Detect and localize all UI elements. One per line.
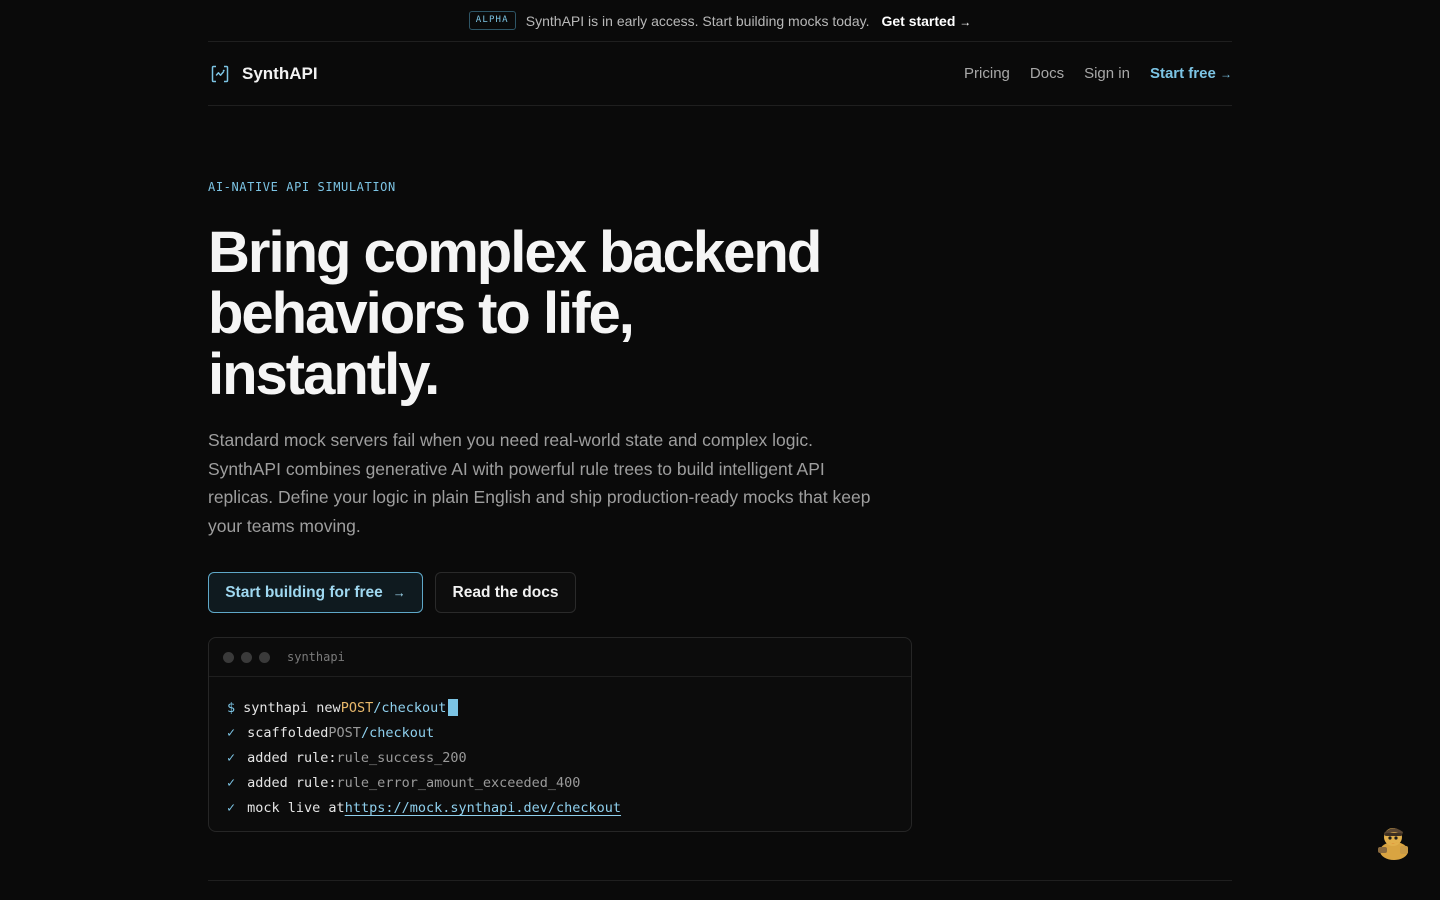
terminal-command-line: $ synthapi new POST /checkout: [227, 695, 893, 720]
arrow-right-icon: →: [959, 14, 972, 29]
output-value: rule_error_amount_exceeded_400: [336, 774, 581, 791]
terminal-output-line: ✓ scaffolded POST /checkout: [227, 720, 893, 745]
top-nav: SynthAPI Pricing Docs Sign in Start free…: [208, 42, 1232, 106]
terminal-output-line: ✓ mock live at https://mock.synthapi.dev/…: [227, 795, 893, 820]
hero-headline: Bring complex backend behaviors to life,…: [208, 220, 822, 407]
announcement-bar: ALPHA SynthAPI is in early access. Start…: [208, 0, 1232, 42]
get-started-link[interactable]: Get started →: [881, 13, 971, 29]
arrow-right-icon: →: [392, 585, 406, 600]
check-icon: ✓: [227, 724, 236, 741]
prompt-symbol: $: [227, 699, 236, 716]
nav-docs-link[interactable]: Docs: [1030, 65, 1064, 82]
window-dot-icon: [223, 651, 234, 663]
output-path: /checkout: [360, 724, 435, 741]
terminal-output-line: ✓ added rule: rule_error_amount_exceeded_…: [227, 770, 893, 795]
brand-name: SynthAPI: [242, 63, 318, 83]
hero-subtext: Standard mock servers fail when you need…: [208, 430, 871, 536]
command-method: POST: [340, 699, 374, 716]
output-value: rule_success_200: [336, 749, 467, 766]
announcement-text: SynthAPI is in early access. Start build…: [525, 12, 870, 29]
output-label: added rule:: [247, 749, 337, 766]
start-building-button[interactable]: Start building for free →: [208, 572, 423, 613]
page: ALPHA SynthAPI is in early access. Start…: [0, 0, 1440, 900]
start-free-label: Start free: [1149, 65, 1216, 82]
output-label: mock live at: [247, 799, 345, 816]
hero-eyebrow: AI-NATIVE API SIMULATION: [208, 180, 396, 194]
check-icon: ✓: [227, 749, 236, 766]
duck-mascot-icon[interactable]: [1372, 820, 1416, 864]
section-divider: [208, 880, 1232, 881]
get-started-label: Get started: [881, 12, 956, 29]
output-label: added rule:: [247, 774, 337, 791]
nav-pricing-link[interactable]: Pricing: [964, 65, 1010, 82]
check-icon: ✓: [227, 799, 236, 816]
start-free-link[interactable]: Start free →: [1150, 65, 1232, 82]
arrow-right-icon: →: [1220, 67, 1232, 81]
terminal-window: synthapi $ synthapi new POST /checkout ✓ s…: [208, 637, 912, 832]
check-icon: ✓: [227, 774, 236, 791]
command-path: /checkout: [373, 699, 447, 716]
terminal-body: $ synthapi new POST /checkout ✓ scaffolded…: [209, 677, 911, 820]
nav-sign-in-link[interactable]: Sign in: [1084, 65, 1130, 82]
window-dot-icon: [241, 651, 252, 663]
alpha-badge: ALPHA: [468, 11, 516, 30]
window-dot-icon: [259, 651, 270, 663]
nav-links: Pricing Docs Sign in Start free →: [964, 65, 1232, 82]
mock-url-link[interactable]: https://mock.synthapi.dev/checkout: [345, 800, 621, 816]
output-method: POST: [328, 724, 361, 741]
output-label: scaffolded: [247, 724, 329, 741]
terminal-output-line: ✓ added rule: rule_success_200: [227, 745, 893, 770]
command-text: synthapi new: [243, 699, 341, 716]
read-docs-button[interactable]: Read the docs: [435, 572, 576, 613]
terminal-title: synthapi: [287, 650, 345, 664]
start-building-label: Start building for free: [225, 583, 383, 601]
cursor-block: [448, 699, 459, 716]
terminal-title-bar: synthapi: [209, 638, 911, 677]
bracket-sparkle-icon: [208, 62, 232, 86]
brand-logo[interactable]: SynthAPI: [208, 62, 318, 86]
